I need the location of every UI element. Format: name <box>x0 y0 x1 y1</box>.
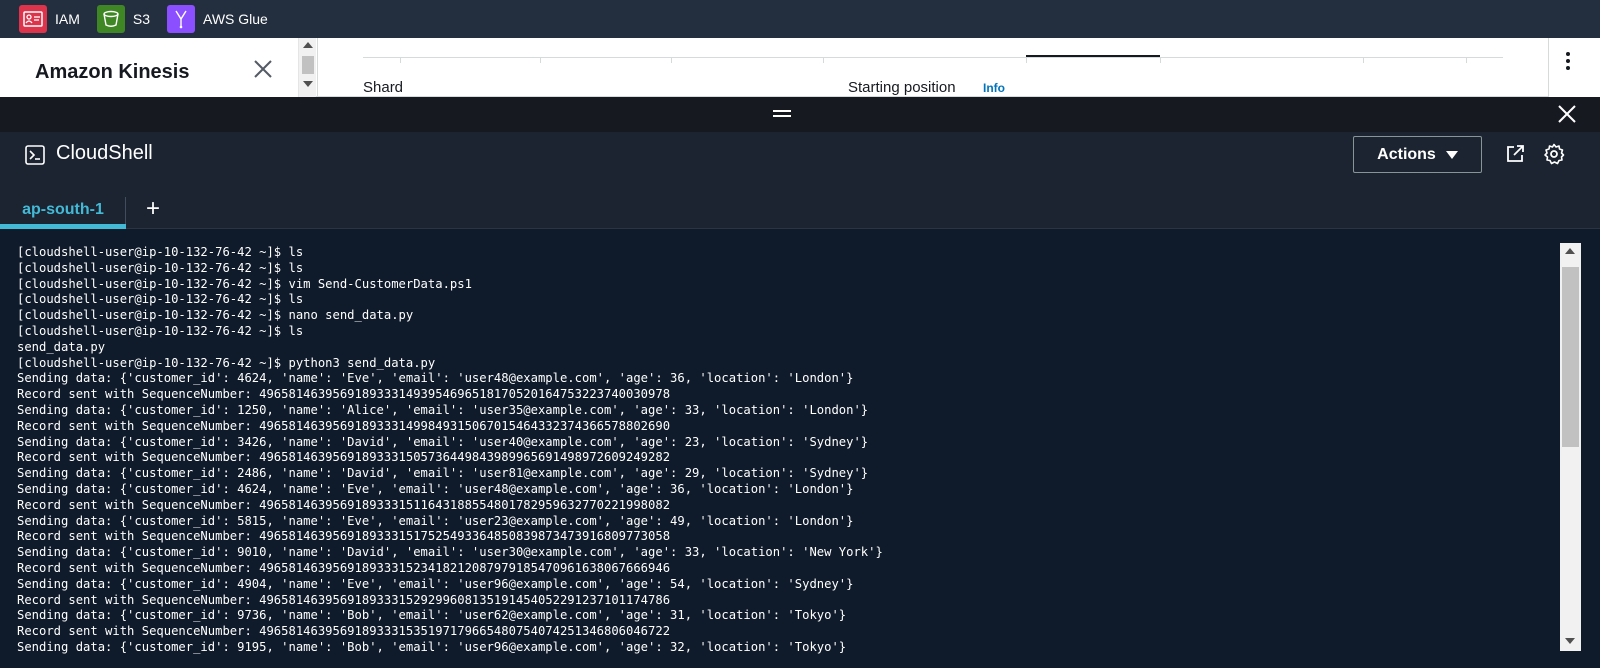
terminal-line: Sending data: {'customer_id': 4904, 'nam… <box>17 576 854 591</box>
tab-divider <box>823 57 824 63</box>
console-background: Amazon Kinesis Shard Starting position I… <box>0 38 1600 97</box>
terminal-line: Record sent with SequenceNumber: 4965814… <box>17 387 671 402</box>
tab-divider <box>1363 57 1364 63</box>
close-cloudshell-icon[interactable] <box>1556 103 1578 125</box>
tab-strip-line <box>363 57 1503 63</box>
terminal-scrollbar[interactable] <box>1560 243 1581 651</box>
terminal-line: Sending data: {'customer_id': 9736, 'nam… <box>17 608 847 623</box>
iam-icon <box>19 5 47 33</box>
close-icon[interactable] <box>251 57 275 81</box>
scroll-thumb[interactable] <box>1562 267 1579 447</box>
resize-bar[interactable] <box>0 97 1600 132</box>
terminal-line: Sending data: {'customer_id': 5815, 'nam… <box>17 513 854 528</box>
terminal-line: Record sent with SequenceNumber: 4965814… <box>17 529 671 544</box>
scroll-up-icon[interactable] <box>303 42 313 48</box>
terminal-line: [cloudshell-user@ip-10-132-76-42 ~]$ ls <box>17 292 304 307</box>
scroll-up-icon[interactable] <box>1565 248 1575 254</box>
cloudshell-title: CloudShell <box>56 142 153 164</box>
actions-label: Actions <box>1377 145 1436 163</box>
active-tab-indicator <box>1026 55 1160 57</box>
terminal-line: Sending data: {'customer_id': 2486, 'nam… <box>17 466 869 481</box>
terminal-line: Record sent with SequenceNumber: 4965814… <box>17 497 671 512</box>
terminal-right-gutter <box>1581 230 1600 668</box>
terminal-line: Sending data: {'customer_id': 1250, 'nam… <box>17 402 869 417</box>
terminal-line: Sending data: {'customer_id': 4624, 'nam… <box>17 481 854 496</box>
terminal-line: [cloudshell-user@ip-10-132-76-42 ~]$ ls <box>17 260 304 275</box>
terminal-line: Record sent with SequenceNumber: 4965814… <box>17 624 671 639</box>
favorite-s3[interactable]: S3 <box>96 5 151 33</box>
s3-bucket-icon <box>96 5 125 33</box>
cloudshell-panel: CloudShell Actions ap-south-1 + [cloudsh… <box>0 97 1600 668</box>
scroll-down-icon[interactable] <box>1565 638 1575 644</box>
tab-divider <box>1026 57 1027 63</box>
favorite-aws-glue[interactable]: AWS Glue <box>167 5 268 33</box>
favorite-label: S3 <box>132 11 151 27</box>
side-navigation-scrollbar[interactable] <box>298 38 316 97</box>
right-rail <box>1548 38 1600 97</box>
cloudshell-terminal-icon <box>25 145 45 165</box>
tab-divider <box>400 57 401 63</box>
active-tab-underline <box>0 224 126 229</box>
caret-down-icon <box>1445 150 1458 159</box>
favorites-bar: IAM S3 AWS Glue <box>0 0 1600 38</box>
actions-button[interactable]: Actions <box>1353 136 1482 173</box>
terminal-line: Record sent with SequenceNumber: 4965814… <box>17 450 671 465</box>
tab-divider <box>540 57 541 63</box>
scroll-thumb[interactable] <box>302 56 314 74</box>
terminal-line: [cloudshell-user@ip-10-132-76-42 ~]$ ls <box>17 245 304 259</box>
terminal-line: [cloudshell-user@ip-10-132-76-42 ~]$ ls <box>17 323 304 338</box>
terminal-line: Sending data: {'customer_id': 3426, 'nam… <box>17 434 869 449</box>
open-new-window-icon[interactable] <box>1505 144 1525 164</box>
more-options-icon[interactable] <box>1565 52 1571 74</box>
shard-label: Shard <box>363 79 404 96</box>
tab-label: ap-south-1 <box>22 200 104 218</box>
info-link[interactable]: Info <box>983 81 1005 95</box>
terminal-line: [cloudshell-user@ip-10-132-76-42 ~]$ nan… <box>17 308 414 323</box>
drag-handle-icon[interactable] <box>773 110 791 119</box>
terminal-line: [cloudshell-user@ip-10-132-76-42 ~]$ vim… <box>17 276 472 291</box>
glue-icon <box>167 5 196 33</box>
favorite-label: IAM <box>55 11 80 27</box>
terminal-line: send_data.py <box>17 339 106 354</box>
starting-position-label: Starting position <box>848 79 956 96</box>
gear-icon[interactable] <box>1543 143 1565 165</box>
terminal-line: Sending data: {'customer_id': 9010, 'nam… <box>17 545 883 560</box>
tab-separator <box>125 197 126 224</box>
terminal-line: Record sent with SequenceNumber: 4965814… <box>17 560 671 575</box>
favorite-label: AWS Glue <box>203 11 268 27</box>
tab-divider <box>671 57 672 63</box>
add-tab-button[interactable]: + <box>143 195 163 223</box>
divider <box>317 38 318 97</box>
terminal-output[interactable]: [cloudshell-user@ip-10-132-76-42 ~]$ ls[… <box>0 230 1560 668</box>
favorite-iam[interactable]: IAM <box>19 5 80 33</box>
session-tab-bar: ap-south-1 + <box>0 190 1600 229</box>
tab-divider <box>1160 57 1161 63</box>
terminal-line: Sending data: {'customer_id': 4624, 'nam… <box>17 371 854 386</box>
terminal-line: Sending data: {'customer_id': 9195, 'nam… <box>17 639 847 654</box>
scroll-down-icon[interactable] <box>303 81 313 87</box>
tab-divider <box>1466 57 1467 63</box>
terminal-line: Record sent with SequenceNumber: 4965814… <box>17 592 671 607</box>
terminal-line: [cloudshell-user@ip-10-132-76-42 ~]$ pyt… <box>17 355 436 370</box>
side-navigation: Amazon Kinesis <box>0 38 298 97</box>
cloudshell-header: CloudShell Actions <box>0 132 1600 190</box>
service-title: Amazon Kinesis <box>35 61 190 83</box>
terminal-line: Record sent with SequenceNumber: 4965814… <box>17 418 671 433</box>
